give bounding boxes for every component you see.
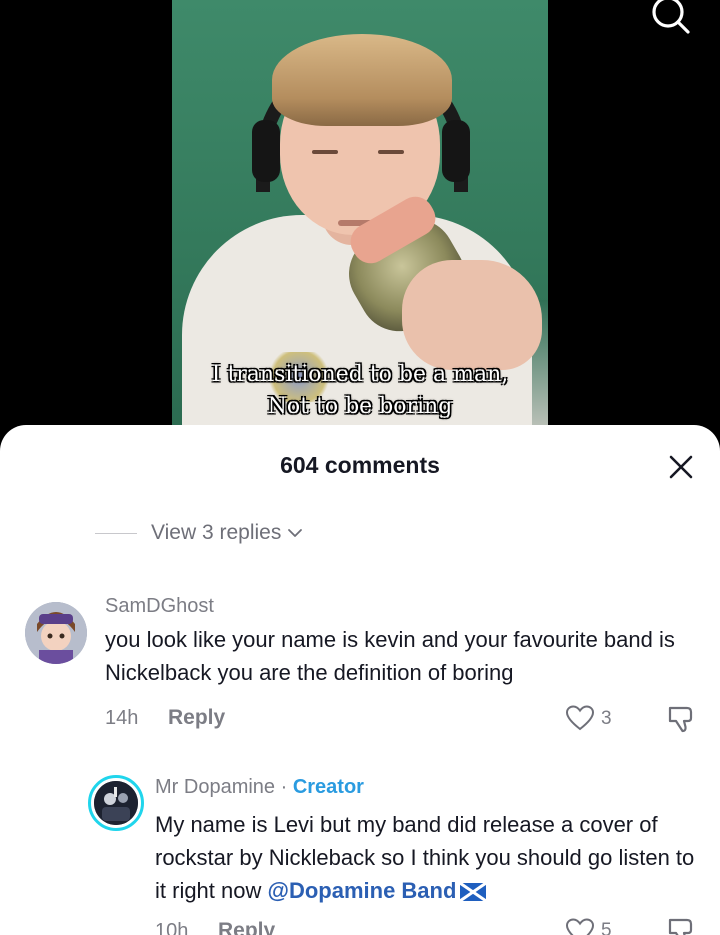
headphone-right <box>442 120 470 182</box>
comment-text: My name is Levi but my band did release … <box>155 808 705 907</box>
close-icon <box>669 455 693 479</box>
avatar-image <box>25 602 87 664</box>
like-count: 3 <box>601 708 612 729</box>
comment-timestamp: 10h <box>155 920 189 935</box>
eye-right <box>378 150 404 154</box>
creator-badge: Creator <box>292 776 364 798</box>
avatar[interactable] <box>25 602 87 664</box>
hand <box>402 260 542 370</box>
thumbs-down-icon[interactable] <box>665 703 697 735</box>
chevron-down-icon <box>288 529 303 537</box>
thumbs-down-icon[interactable] <box>665 915 697 935</box>
comment-author-row: Mr Dopamine · Creator <box>155 776 364 799</box>
avatar-photo <box>94 781 138 825</box>
comment-timestamp: 14h <box>105 707 139 729</box>
video-caption-line-2: Not to be boring <box>267 394 453 419</box>
view-replies-label: View 3 replies <box>151 521 282 544</box>
avatar-image <box>94 781 138 825</box>
scotland-flag-icon <box>460 883 487 901</box>
heart-icon[interactable] <box>565 917 595 935</box>
comments-sheet: 604 comments View 3 replies SamDGhost yo… <box>0 425 720 935</box>
person-hair <box>272 34 452 126</box>
reply-button[interactable]: Reply <box>218 919 275 935</box>
headphone-left <box>252 120 280 182</box>
separator: · <box>275 776 293 798</box>
heart-icon[interactable] <box>565 704 595 732</box>
search-icon <box>652 0 690 34</box>
like-count: 5 <box>601 920 612 935</box>
search-button[interactable] <box>648 0 692 36</box>
divider <box>95 532 137 534</box>
comments-count-title: 604 comments <box>280 452 440 478</box>
video-frame[interactable]: I transitioned to be a man, Not to be bo… <box>172 0 548 440</box>
mention-link[interactable]: @Dopamine Band <box>268 878 457 903</box>
close-button[interactable] <box>664 450 698 484</box>
creator-avatar[interactable] <box>88 775 144 831</box>
comment-text: you look like your name is kevin and you… <box>105 627 675 685</box>
comment-username[interactable]: Mr Dopamine <box>155 776 275 798</box>
reply-button[interactable]: Reply <box>168 706 225 730</box>
eye-left <box>312 150 338 154</box>
comment-username[interactable]: SamDGhost <box>105 595 214 618</box>
video-caption-line-1: I transitioned to be a man, <box>211 362 509 387</box>
video-player[interactable]: I transitioned to be a man, Not to be bo… <box>0 0 720 440</box>
view-replies-button[interactable]: View 3 replies <box>95 521 303 545</box>
